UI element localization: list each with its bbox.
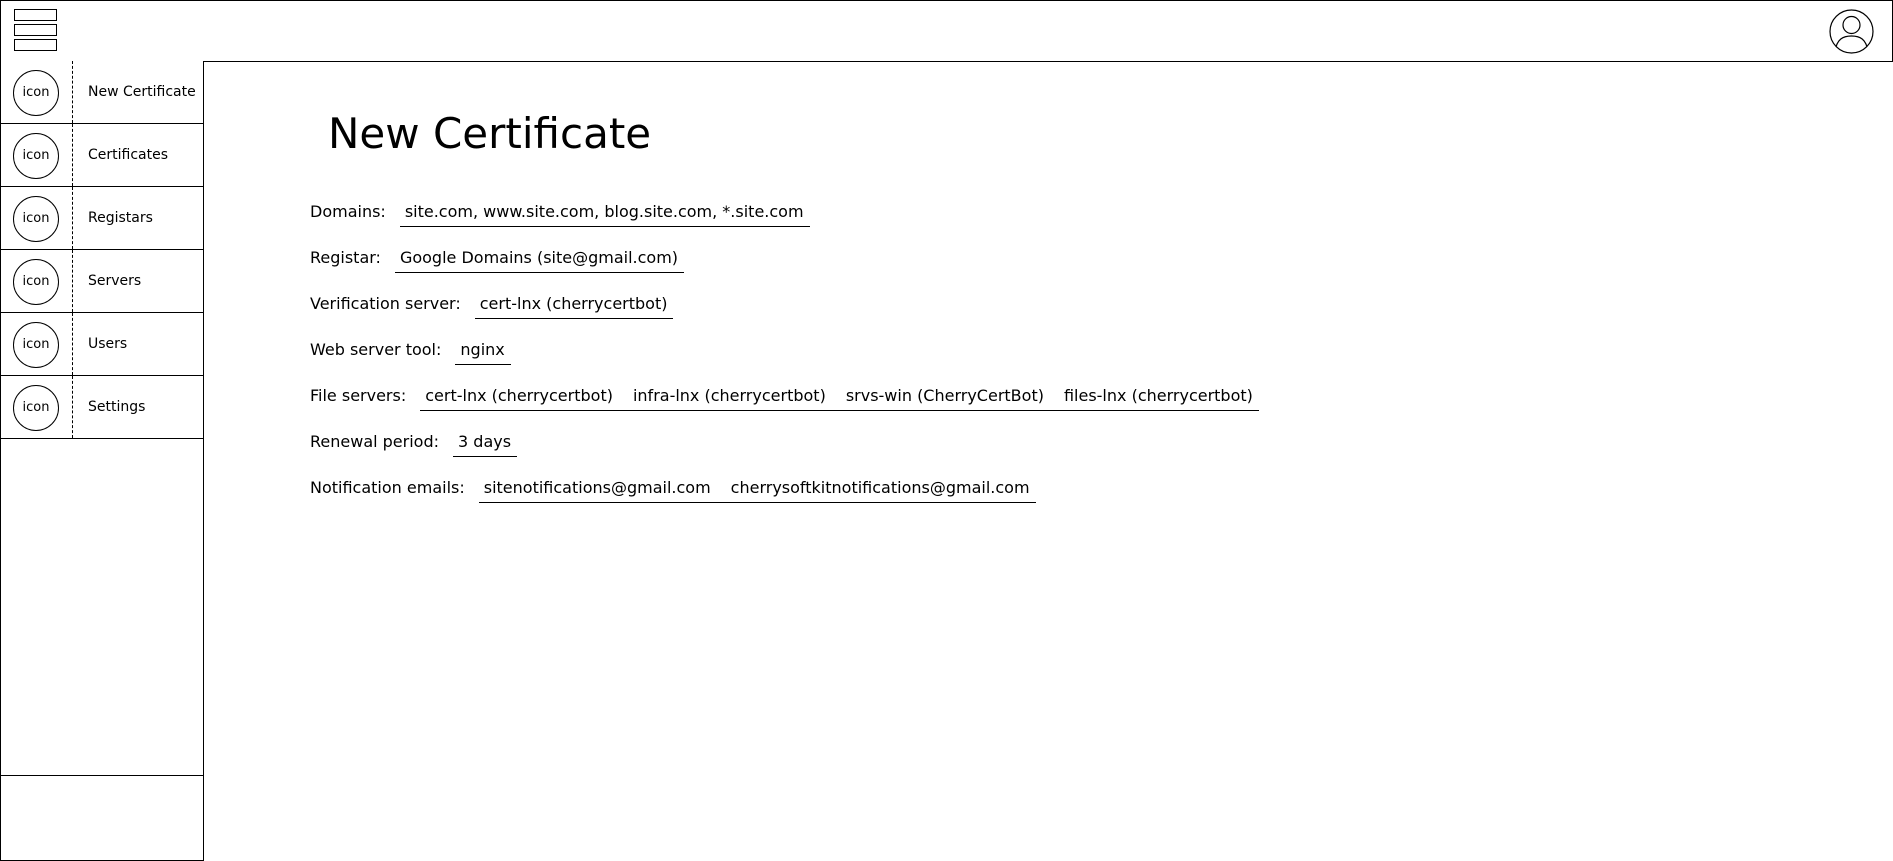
divider bbox=[72, 61, 73, 123]
users-icon: icon bbox=[13, 322, 59, 368]
renewal-period-field[interactable]: 3 days bbox=[453, 431, 518, 457]
domains-label: Domains: bbox=[310, 202, 386, 221]
divider bbox=[72, 313, 73, 375]
registar-row: Registar: Google Domains (site@gmail.com… bbox=[310, 247, 685, 275]
sidebar-item-new-certificate[interactable]: icon New Certificate bbox=[1, 61, 203, 124]
notification-email-entry: sitenotifications@gmail.com bbox=[483, 478, 711, 497]
divider bbox=[72, 250, 73, 312]
divider bbox=[72, 124, 73, 186]
notification-emails-label: Notification emails: bbox=[310, 478, 465, 497]
menu-bar-line bbox=[14, 9, 57, 21]
notification-email-entry: cherrysoftkitnotifications@gmail.com bbox=[730, 478, 1030, 497]
verification-server-label: Verification server: bbox=[310, 294, 461, 313]
domains-field[interactable]: site.com, www.site.com, blog.site.com, *… bbox=[399, 201, 810, 227]
sidebar-item-label: Servers bbox=[88, 273, 142, 289]
sidebar-item-servers[interactable]: icon Servers bbox=[1, 250, 203, 313]
notification-emails-row: Notification emails: sitenotifications@g… bbox=[310, 477, 1036, 505]
servers-icon: icon bbox=[13, 259, 59, 305]
sidebar-item-label: Certificates bbox=[88, 147, 169, 163]
sidebar-footer bbox=[1, 775, 203, 861]
sidebar-item-certificates[interactable]: icon Certificates bbox=[1, 124, 203, 187]
web-server-tool-field[interactable]: nginx bbox=[455, 339, 511, 365]
renewal-period-row: Renewal period: 3 days bbox=[310, 431, 518, 459]
new-certificate-icon: icon bbox=[13, 70, 59, 116]
registars-icon: icon bbox=[13, 196, 59, 242]
page-title: New Certificate bbox=[328, 109, 652, 158]
hamburger-menu-icon[interactable] bbox=[14, 9, 57, 53]
sidebar-item-settings[interactable]: icon Settings bbox=[1, 376, 203, 439]
sidebar-item-label: Settings bbox=[88, 399, 146, 415]
divider bbox=[72, 376, 73, 438]
file-server-entry: cert-lnx (cherrycertbot) bbox=[425, 386, 613, 405]
registar-field[interactable]: Google Domains (site@gmail.com) bbox=[394, 247, 685, 273]
file-server-entry: srvs-win (CherryCertBot) bbox=[845, 386, 1044, 405]
menu-bar-line bbox=[14, 24, 57, 36]
file-servers-field[interactable]: cert-lnx (cherrycertbot) infra-lnx (cher… bbox=[420, 385, 1259, 411]
certificates-icon: icon bbox=[13, 133, 59, 179]
top-bar bbox=[0, 0, 1893, 62]
settings-icon: icon bbox=[13, 385, 59, 431]
divider bbox=[72, 187, 73, 249]
sidebar-item-users[interactable]: icon Users bbox=[1, 313, 203, 376]
notification-emails-field[interactable]: sitenotifications@gmail.com cherrysoftki… bbox=[478, 477, 1036, 503]
web-server-tool-label: Web server tool: bbox=[310, 340, 442, 359]
verification-server-field[interactable]: cert-lnx (cherrycertbot) bbox=[474, 293, 674, 319]
sidebar: icon New Certificate icon Certificates i… bbox=[0, 61, 204, 861]
sidebar-item-label: Users bbox=[88, 336, 128, 352]
domains-row: Domains: site.com, www.site.com, blog.si… bbox=[310, 201, 810, 229]
file-server-entry: files-lnx (cherrycertbot) bbox=[1063, 386, 1253, 405]
file-server-entry: infra-lnx (cherrycertbot) bbox=[632, 386, 826, 405]
file-servers-row: File servers: cert-lnx (cherrycertbot) i… bbox=[310, 385, 1259, 413]
sidebar-item-label: Registars bbox=[88, 210, 153, 226]
sidebar-item-registars[interactable]: icon Registars bbox=[1, 187, 203, 250]
renewal-period-label: Renewal period: bbox=[310, 432, 440, 451]
user-avatar-icon[interactable] bbox=[1829, 9, 1874, 54]
file-servers-label: File servers: bbox=[310, 386, 407, 405]
registar-label: Registar: bbox=[310, 248, 381, 267]
verification-server-row: Verification server: cert-lnx (cherrycer… bbox=[310, 293, 674, 321]
web-server-tool-row: Web server tool: nginx bbox=[310, 339, 511, 367]
menu-bar-line bbox=[14, 39, 57, 51]
sidebar-item-label: New Certificate bbox=[88, 84, 196, 100]
